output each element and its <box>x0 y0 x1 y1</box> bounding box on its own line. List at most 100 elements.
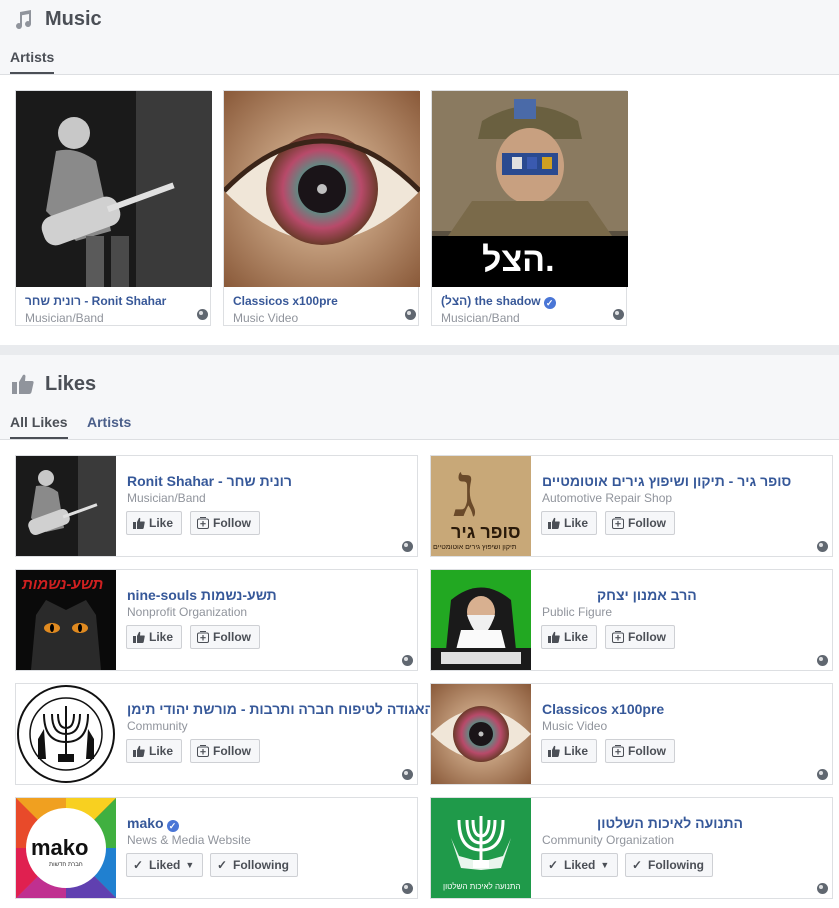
page-name[interactable]: סופר גיר - תיקון ושיפוץ גירים אוטומטיים <box>542 473 791 489</box>
like-button[interactable]: Like <box>126 625 183 649</box>
globe-icon <box>817 655 828 666</box>
page-name[interactable]: הרב אמנון יצחק <box>597 587 697 603</box>
follow-button[interactable]: Follow <box>605 511 675 535</box>
like-button-label: Like <box>564 630 589 644</box>
liked-page-card[interactable]: ג סופר גיר תיקון ושיפוץ גירים אוטומטיים … <box>430 455 833 557</box>
page-category: News & Media Website <box>127 833 251 847</box>
like-button-label: Like <box>149 516 174 530</box>
music-section: Music Artists רונית שחר - Ronit Shahar M… <box>0 0 839 345</box>
page-thumbnail[interactable] <box>431 684 531 784</box>
thumbs-up-icon <box>133 631 145 643</box>
thumbs-up-icon <box>12 374 34 394</box>
liked-page-card[interactable]: הרב אמנון יצחק Public Figure Like Follow <box>430 569 833 671</box>
artist-photo[interactable] <box>224 91 420 287</box>
page-thumbnail[interactable] <box>431 570 531 670</box>
follow-plus-icon <box>612 631 624 643</box>
follow-button[interactable]: Follow <box>605 625 675 649</box>
globe-icon <box>402 883 413 894</box>
follow-button[interactable]: Follow <box>605 739 675 763</box>
thumbs-up-icon <box>133 745 145 757</box>
liked-button-label: Liked <box>564 858 596 872</box>
tab-artists[interactable]: Artists <box>87 414 131 430</box>
chevron-down-icon: ▼ <box>600 860 610 870</box>
page-category: Nonprofit Organization <box>127 605 248 619</box>
liked-page-card[interactable]: התנועה לאיכות השלטון התנועה לאיכות השלטו… <box>430 797 833 899</box>
follow-plus-icon <box>197 517 209 529</box>
follow-button-label: Follow <box>213 630 251 644</box>
likes-title: Likes <box>45 373 97 395</box>
tab-all-likes[interactable]: All Likes <box>10 414 68 439</box>
liked-button-label: Liked <box>149 858 181 872</box>
like-button[interactable]: Like <box>126 511 183 535</box>
globe-icon <box>197 309 208 320</box>
liked-page-card[interactable]: Classicos x100pre Music Video Like Follo… <box>430 683 833 785</box>
follow-button-label: Follow <box>213 744 251 758</box>
tab-artists[interactable]: Artists <box>10 49 55 74</box>
follow-plus-icon <box>197 745 209 757</box>
page-name[interactable]: nine-souls תשע-נשמות <box>127 587 277 603</box>
like-button[interactable]: Like <box>541 511 598 535</box>
music-tabs-bar <box>0 40 839 74</box>
page-name[interactable]: התנועה לאיכות השלטון <box>597 815 743 831</box>
liked-button[interactable]: ✓ Liked ▼ <box>126 853 204 877</box>
page-name[interactable]: mako ✓ <box>127 815 179 832</box>
artist-photo[interactable]: הצל. <box>432 91 628 287</box>
page-thumbnail[interactable]: ג סופר גיר תיקון ושיפוץ גירים אוטומטיים <box>431 456 531 556</box>
follow-button[interactable]: Follow <box>190 625 260 649</box>
music-header <box>0 0 839 40</box>
artist-card[interactable]: Classicos x100pre Music Video <box>223 90 420 326</box>
movement-logo-text: התנועה לאיכות השלטון <box>443 882 521 891</box>
artist-name[interactable]: (הצל) the shadow ✓ <box>441 294 556 309</box>
follow-button-label: Follow <box>628 516 666 530</box>
thumbs-up-icon <box>133 517 145 529</box>
page-thumbnail[interactable]: התנועה לאיכות השלטון <box>431 798 531 898</box>
page-thumbnail[interactable] <box>16 456 116 556</box>
globe-icon <box>405 309 416 320</box>
artist-name-text[interactable]: (הצל) the shadow <box>441 294 541 308</box>
page-name[interactable]: Ronit Shahar - רונית שחר <box>127 473 292 489</box>
like-button[interactable]: Like <box>541 739 598 763</box>
music-title: Music <box>45 8 102 30</box>
following-button[interactable]: ✓ Following <box>625 853 713 877</box>
verified-badge-icon: ✓ <box>166 820 179 832</box>
artist-card[interactable]: רונית שחר - Ronit Shahar Musician/Band <box>15 90 212 326</box>
globe-icon <box>613 309 624 320</box>
like-button[interactable]: Like <box>541 625 598 649</box>
follow-button[interactable]: Follow <box>190 739 260 763</box>
liked-page-card[interactable]: mako חברת חדשות mako ✓ News & Media Websi… <box>15 797 418 899</box>
follow-button-label: Follow <box>628 630 666 644</box>
follow-plus-icon <box>197 631 209 643</box>
mako-logo: mako <box>31 835 89 860</box>
artist-name[interactable]: Classicos x100pre <box>233 294 338 308</box>
liked-page-card[interactable]: תשע-נשמות nine-souls תשע-נשמות Nonprofit… <box>15 569 418 671</box>
like-button[interactable]: Like <box>126 739 183 763</box>
globe-icon <box>817 769 828 780</box>
page-name[interactable]: Classicos x100pre <box>542 701 664 717</box>
artist-photo[interactable] <box>16 91 212 287</box>
page-thumbnail[interactable] <box>16 684 116 784</box>
like-button-label: Like <box>564 516 589 530</box>
following-button-label: Following <box>648 858 704 872</box>
artist-category: Musician/Band <box>25 311 104 325</box>
follow-button[interactable]: Follow <box>190 511 260 535</box>
following-button-label: Following <box>233 858 289 872</box>
artist-name[interactable]: רונית שחר - Ronit Shahar <box>25 294 166 308</box>
check-icon: ✓ <box>217 858 228 872</box>
page-category: Community Organization <box>542 833 675 847</box>
liked-page-card[interactable]: Ronit Shahar - רונית שחר Musician/Band L… <box>15 455 418 557</box>
globe-icon <box>817 541 828 552</box>
artist-card[interactable]: הצל. (הצל) the shadow ✓ Musician/Band <box>431 90 628 326</box>
artist-category: Musician/Band <box>441 311 520 325</box>
globe-icon <box>402 541 413 552</box>
following-button[interactable]: ✓ Following <box>210 853 298 877</box>
page-thumbnail[interactable]: תשע-נשמות <box>16 570 116 670</box>
liked-page-card[interactable]: האגודה לטיפוח חברה ותרבות - מורשת יהודי … <box>15 683 434 785</box>
page-thumbnail[interactable]: mako חברת חדשות <box>16 798 116 898</box>
likes-header <box>0 355 839 405</box>
page-name-text[interactable]: mako <box>127 815 164 831</box>
page-name[interactable]: האגודה לטיפוח חברה ותרבות - מורשת יהודי … <box>127 701 434 717</box>
liked-button[interactable]: ✓ Liked ▼ <box>541 853 619 877</box>
follow-plus-icon <box>612 517 624 529</box>
verified-badge-icon: ✓ <box>543 297 556 309</box>
chevron-down-icon: ▼ <box>185 860 195 870</box>
